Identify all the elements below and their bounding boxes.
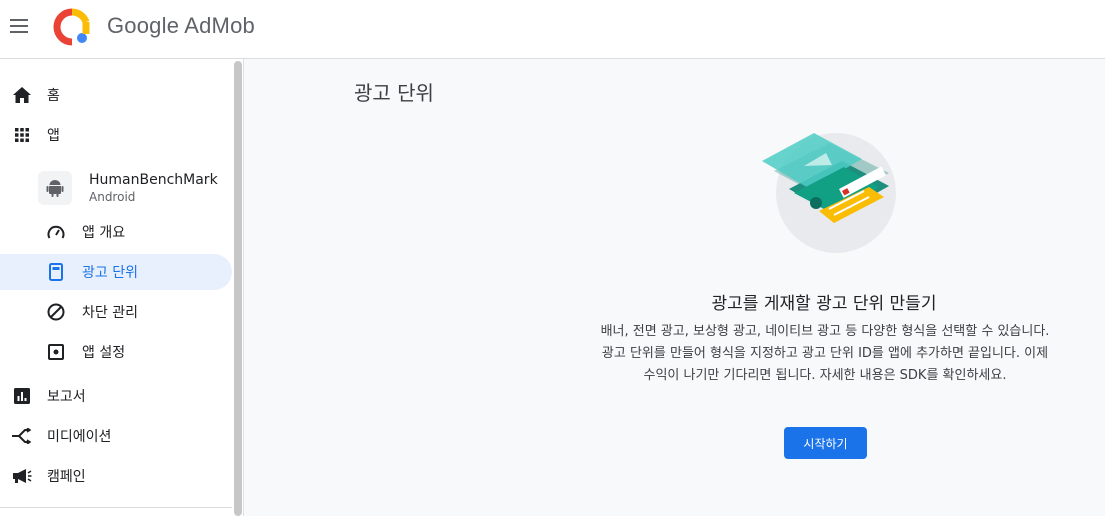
sidebar-item-app-settings[interactable]: 앱 설정 [0, 334, 232, 370]
empty-state-description: 배너, 전면 광고, 보상형 광고, 네이티브 광고 등 다양한 형식을 선택할… [600, 324, 1050, 383]
app-platform: Android [89, 190, 136, 204]
sidebar-item-ad-units[interactable]: 광고 단위 [0, 254, 232, 290]
sidebar-divider [0, 507, 232, 508]
top-app-bar: Google AdMob [0, 0, 1105, 59]
sidebar-item-home[interactable]: 홈 [0, 77, 232, 113]
sidebar-item-label: 미디에이션 [47, 429, 112, 445]
sidebar-item-mediation[interactable]: 미디에이션 [0, 418, 232, 454]
sidebar-item-label: 앱 [47, 128, 60, 144]
main-content: 광고 단위 광고를 게재할 광고 단위 만들기 배너, 전면 광고, 보상형 광… [244, 59, 1105, 516]
sidebar-item-label: 차단 관리 [82, 305, 138, 321]
sidebar-item-label: 앱 설정 [82, 345, 126, 361]
admob-logo-icon[interactable] [53, 8, 91, 46]
sidebar-item-label: 보고서 [47, 389, 86, 405]
sidebar-item-blocking-controls[interactable]: 차단 관리 [0, 294, 232, 330]
mediation-icon [12, 426, 32, 446]
sidebar-item-label: 앱 개요 [82, 225, 126, 241]
sidebar-scrollbar[interactable] [234, 61, 242, 516]
sidebar-item-label: 캠페인 [47, 469, 86, 485]
sidebar: 홈 앱 HumanBenchMark Android 앱 개요 광고 단위 차단… [0, 59, 244, 516]
settings-icon [46, 342, 66, 362]
empty-state-title: 광고를 게재할 광고 단위 만들기 [711, 294, 937, 314]
sidebar-item-reports[interactable]: 보고서 [0, 378, 232, 414]
ad-units-illustration [762, 133, 896, 253]
ad-unit-icon [46, 262, 66, 282]
app-card[interactable]: HumanBenchMark Android [38, 163, 233, 213]
sidebar-item-app-overview[interactable]: 앱 개요 [0, 214, 232, 250]
apps-grid-icon [12, 125, 32, 145]
android-icon [38, 171, 72, 205]
sidebar-item-apps[interactable]: 앱 [0, 117, 232, 153]
bar-chart-icon [12, 386, 32, 406]
sidebar-item-campaigns[interactable]: 캠페인 [0, 458, 232, 494]
megaphone-icon [12, 466, 32, 486]
sidebar-item-label: 광고 단위 [82, 265, 138, 281]
hamburger-icon [10, 19, 28, 21]
app-name: HumanBenchMark [89, 172, 218, 188]
block-icon [46, 302, 66, 322]
page-title: 광고 단위 [354, 81, 434, 105]
brand-name: Google AdMob [107, 13, 255, 38]
sidebar-item-label: 홈 [47, 88, 60, 104]
hamburger-menu-button[interactable] [10, 15, 32, 37]
home-icon [12, 85, 32, 105]
get-started-button[interactable]: 시작하기 [784, 427, 867, 459]
speedometer-icon [46, 222, 66, 242]
